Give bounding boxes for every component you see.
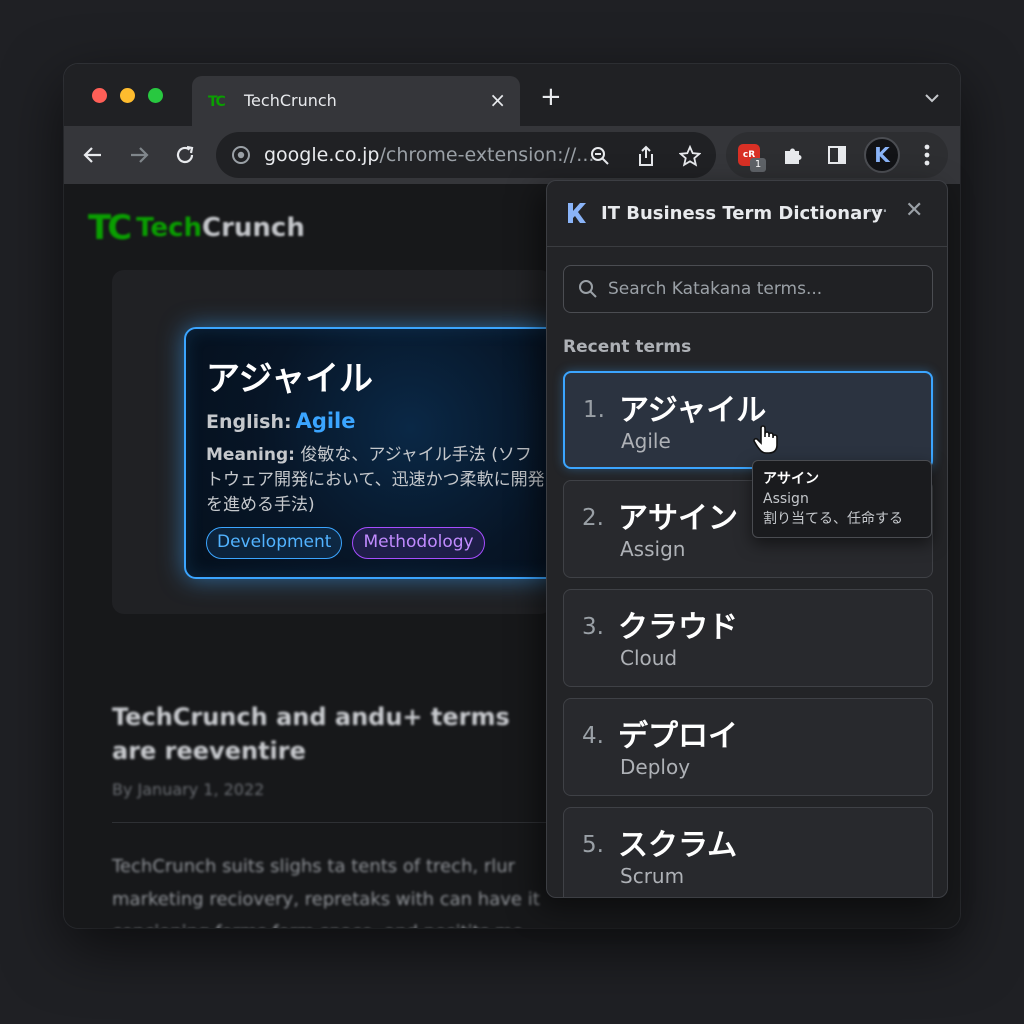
term-number: 2. [582,505,604,531]
term-katakana: デプロイ [618,719,738,754]
article-title[interactable]: TechCrunch and andu+ terms are reeventir… [112,700,552,768]
bookmark-star-icon[interactable] [678,144,702,168]
dictionary-panel: IT Business Term Dictionary ··· ✕ Recent… [546,180,948,898]
techcrunch-logo[interactable]: TC TechCrunch [88,208,305,248]
term-english: Scrum [620,864,685,888]
tooltip-meaning: 割り当てる、任命する [763,511,903,527]
extensions-area: cR 1 K [726,132,948,178]
share-icon[interactable] [634,144,658,168]
term-item-scrum[interactable]: 5. スクラム Scrum [563,807,933,897]
term-english: Cloud [620,646,678,670]
term-english: Deploy [620,755,691,779]
minimize-window-button[interactable] [120,88,135,103]
term-number: 5. [582,832,604,858]
tab-techcrunch[interactable]: TC TechCrunch × [192,76,520,126]
term-english: Assign [620,537,686,561]
tag-development[interactable]: Development [206,527,343,559]
panel-title: IT Business Term Dictionary [601,203,883,224]
search-box [563,265,933,313]
term-katakana: アサイン [618,501,738,536]
new-tab-button[interactable]: + [540,84,562,110]
close-icon[interactable]: ✕ [905,198,923,223]
more-horizontal-icon[interactable]: ··· [867,199,889,223]
popup-tags: Development Methodology [206,527,485,559]
term-number: 4. [582,723,604,749]
zoom-icon[interactable] [588,144,612,168]
article-body: TechCrunch suits slighs ta tents of trec… [112,856,540,928]
tooltip-term: アサイン [763,471,819,487]
article-byline: By January 1, 2022 [112,780,265,799]
forward-arrow-icon[interactable] [124,140,154,170]
tab-title: TechCrunch [244,91,337,110]
extension-badge-count: 1 [750,158,766,172]
term-number: 3. [582,614,604,640]
popup-term: アジャイル [206,359,373,399]
term-tooltip: アサイン Assign 割り当てる、任命する [752,460,932,538]
search-input[interactable] [608,266,924,312]
reload-icon[interactable] [170,140,200,170]
url-text: google.co.jp/chrome-extension://... [264,144,595,166]
k-logo-icon [565,201,587,229]
term-katakana: アジャイル [619,393,767,428]
back-arrow-icon[interactable] [78,140,108,170]
term-item-deploy[interactable]: 4. デプロイ Deploy [563,698,933,796]
term-item-cloud[interactable]: 3. クラウド Cloud [563,589,933,687]
dictionary-extension-icon[interactable]: K [864,137,900,173]
popup-meaning: Meaning: 俊敏な、アジャイル手法 (ソフトウェア開発において、迅速かつ柔… [206,445,545,515]
tooltip-english: Assign [763,491,809,507]
browser-toolbar: google.co.jp/chrome-extension://... cR 1… [64,126,960,184]
side-panel-icon[interactable] [822,140,852,170]
tag-methodology[interactable]: Methodology [352,527,485,559]
popup-english-value: Agile [295,409,356,433]
definition-popup: アジャイル English: Agile Meaning: 俊敏な、アジャイル手法… [184,327,562,579]
puzzle-icon[interactable] [778,140,808,170]
term-katakana: クラウド [618,610,738,645]
term-katakana: スクラム [618,828,738,863]
address-bar[interactable]: google.co.jp/chrome-extension://... [216,132,716,178]
maximize-window-button[interactable] [148,88,163,103]
search-icon [578,279,598,303]
close-window-button[interactable] [92,88,107,103]
chevron-down-icon[interactable] [924,88,940,107]
tab-close-icon[interactable]: × [489,88,506,112]
divider [112,822,552,823]
chrome-icon [232,146,250,168]
techcrunch-logo-mark: TC [88,208,132,248]
panel-header: IT Business Term Dictionary ··· ✕ [547,181,947,247]
techcrunch-logo-text: TechCrunch [136,213,305,243]
kebab-menu-icon[interactable] [912,140,942,170]
popup-english: English: Agile [206,409,356,433]
techcrunch-favicon-icon: TC [208,94,226,110]
term-item-agile[interactable]: 1. アジャイル Agile [563,371,933,469]
term-english: Agile [621,429,671,453]
recent-terms-label: Recent terms [563,337,692,357]
hand-pointer-cursor-icon [752,424,780,460]
tab-strip: TC TechCrunch × + [64,64,960,126]
term-number: 1. [583,397,605,423]
